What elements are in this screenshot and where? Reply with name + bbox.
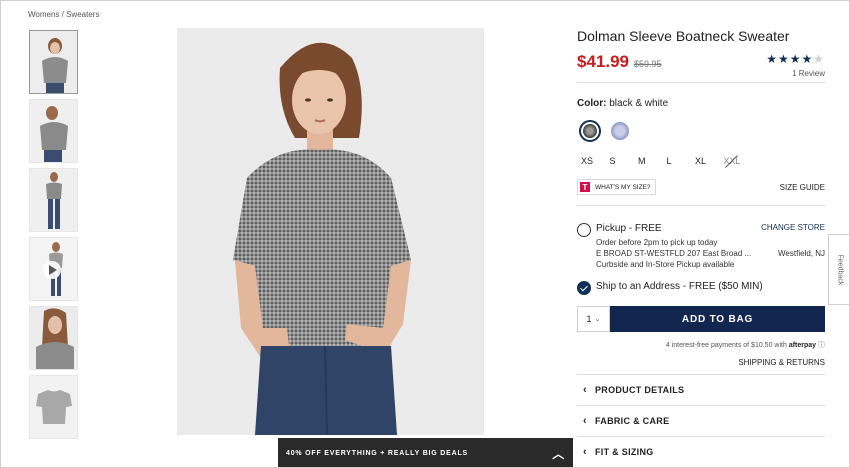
price-row: $41.99 $59.95 ★★★★★ 1 Review [577, 52, 825, 82]
pickup-radio[interactable] [577, 223, 591, 237]
accordion-fit-sizing[interactable]: ‹ FIT & SIZING [577, 436, 825, 467]
chevron-left-icon: ‹ [583, 415, 587, 427]
thumbnail-list [29, 30, 81, 444]
true-fit-icon: T [580, 182, 590, 192]
quantity-select[interactable]: 1 ⌄ [577, 306, 610, 332]
pickup-note: Order before 2pm to pick up today [596, 238, 718, 247]
accordion-label: FIT & SIZING [594, 447, 654, 457]
size-m[interactable]: M [634, 156, 663, 166]
fulfillment-options: Pickup - FREE CHANGE STORE Order before … [577, 223, 825, 295]
store-city: Westfield, NJ [778, 249, 825, 258]
size-xs[interactable]: XS [577, 156, 606, 166]
thumbnail-video[interactable] [29, 237, 78, 301]
chevron-left-icon: ‹ [583, 384, 587, 396]
ship-option[interactable]: Ship to an Address - FREE ($50 MIN) [577, 281, 825, 295]
change-store-link[interactable]: CHANGE STORE [761, 223, 825, 232]
thumbnail-6[interactable] [29, 375, 78, 439]
thumbnail-1[interactable] [29, 30, 78, 94]
color-value: black & white [609, 98, 669, 109]
pickup-label: Pickup - FREE [596, 223, 662, 234]
info-icon[interactable]: ⓘ [818, 342, 825, 349]
main-product-image[interactable] [177, 28, 484, 435]
divider [577, 205, 825, 206]
pickup-options-text: Curbside and In-Store Pickup available [596, 260, 735, 269]
size-xl[interactable]: XL [691, 156, 720, 166]
original-price: $59.95 [634, 59, 662, 69]
accordion-label: FABRIC & CARE [594, 416, 670, 426]
thumbnail-2[interactable] [29, 99, 78, 163]
afterpay-text: 4 interest-free payments of $10.50 with [665, 342, 787, 349]
product-page: Womens / Sweaters Dolman Sleeve Boatneck… [0, 0, 850, 468]
color-swatches [579, 120, 825, 142]
pickup-details: Order before 2pm to pick up today E BROA… [596, 237, 825, 270]
sale-price: $41.99 [577, 52, 629, 71]
star-icons-filled: ★★★★ [766, 52, 814, 66]
promo-banner[interactable]: 40% OFF EVERYTHING + REALLY BIG DEALS ︿ [278, 438, 573, 467]
chevron-left-icon: ‹ [583, 446, 587, 458]
promo-text: 40% OFF EVERYTHING + REALLY BIG DEALS [286, 450, 469, 457]
quantity-value: 1 [586, 314, 592, 324]
swatch-blue-white[interactable] [611, 122, 629, 140]
ship-label: Ship to an Address - FREE ($50 MIN) [596, 281, 763, 292]
size-s[interactable]: S [606, 156, 635, 166]
feedback-label: Feedback [836, 254, 843, 285]
afterpay-logo: afterpay [788, 342, 817, 349]
ship-radio-checked[interactable] [577, 281, 591, 295]
store-address: E BROAD ST-WESTFLD 207 East Broad ... [596, 249, 752, 258]
color-label: Color: black & white [577, 98, 825, 109]
accordion-product-details[interactable]: ‹ PRODUCT DETAILS [577, 374, 825, 405]
review-count-link[interactable]: 1 Review [792, 69, 825, 78]
star-icon-empty: ★ [813, 52, 825, 66]
size-xxl-unavailable[interactable]: XXL [720, 156, 749, 166]
product-title: Dolman Sleeve Boatneck Sweater [577, 28, 790, 44]
thumbnail-5[interactable] [29, 306, 78, 370]
shipping-returns-link[interactable]: SHIPPING & RETURNS [577, 358, 825, 367]
size-l[interactable]: L [663, 156, 692, 166]
swatch-black-white[interactable] [579, 120, 601, 142]
size-guide-link[interactable]: SIZE GUIDE [780, 183, 825, 192]
breadcrumb: Womens / Sweaters [28, 10, 99, 19]
accordion-fabric-care[interactable]: ‹ FABRIC & CARE [577, 405, 825, 436]
breadcrumb-sweaters[interactable]: Sweaters [66, 10, 99, 19]
add-to-bag-row: 1 ⌄ ADD TO BAG [577, 306, 825, 332]
color-label-key: Color: [577, 98, 607, 109]
accordion-label: PRODUCT DETAILS [594, 385, 685, 395]
afterpay-message: 4 interest-free payments of $10.50 with … [577, 340, 825, 350]
chevron-up-icon[interactable]: ︿ [552, 448, 565, 460]
thumbnail-3[interactable] [29, 168, 78, 232]
breadcrumb-womens[interactable]: Womens [28, 10, 59, 19]
pickup-option[interactable]: Pickup - FREE CHANGE STORE Order before … [577, 223, 825, 270]
divider [577, 82, 825, 83]
product-accordion: ‹ PRODUCT DETAILS ‹ FABRIC & CARE ‹ FIT … [577, 374, 825, 467]
size-selector: XS S M L XL XXL [577, 156, 825, 166]
whats-my-size-button[interactable]: T WHAT'S MY SIZE? [577, 179, 656, 195]
store-row: E BROAD ST-WESTFLD 207 East Broad ... We… [596, 248, 825, 259]
product-info: Dolman Sleeve Boatneck Sweater $41.99 $5… [577, 28, 825, 467]
rating-stars[interactable]: ★★★★★ [766, 52, 825, 66]
feedback-tab[interactable]: Feedback [828, 234, 849, 305]
add-to-bag-button[interactable]: ADD TO BAG [610, 306, 825, 332]
whats-my-size-label: WHAT'S MY SIZE? [595, 183, 651, 191]
size-info-row: T WHAT'S MY SIZE? SIZE GUIDE [577, 179, 825, 195]
chevron-down-icon: ⌄ [594, 316, 601, 323]
